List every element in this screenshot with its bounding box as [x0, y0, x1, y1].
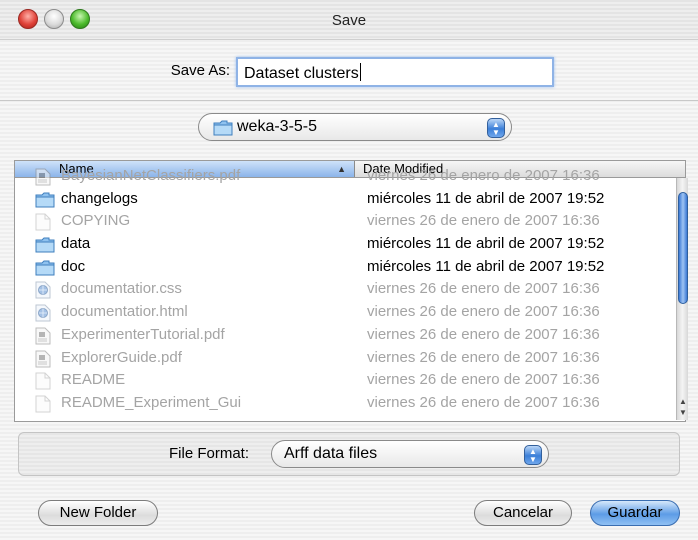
title-bar[interactable]: Save: [0, 0, 698, 40]
file-date-modified: viernes 26 de enero de 2007 16:36: [367, 280, 600, 298]
save-dialog: Save Save As: Dataset clusters weka-3-5-…: [0, 0, 698, 540]
file-browser[interactable]: Name ▲ Date Modified BayesianNetClassifi…: [14, 160, 686, 422]
location-popup[interactable]: weka-3-5-5 ▲ ▼: [198, 113, 512, 141]
pdf-document-icon: [35, 350, 51, 372]
file-row[interactable]: README viernes 26 de enero de 2007 16:36: [15, 369, 685, 394]
scroll-thumb[interactable]: [678, 192, 688, 304]
file-name: README_Experiment_Gui: [61, 393, 242, 411]
file-name: ExperimenterTutorial.pdf: [61, 325, 225, 343]
file-name: doc: [61, 257, 86, 275]
file-date-modified: viernes 26 de enero de 2007 16:36: [367, 393, 600, 411]
file-list: BayesianNetClassifiers.pdf viernes 26 de …: [15, 167, 685, 417]
file-date-modified: viernes 26 de enero de 2007 16:36: [367, 371, 600, 389]
file-format-panel: File Format: Arff data files ▲ ▼: [18, 432, 680, 476]
folder-icon: [35, 236, 55, 258]
pdf-document-icon: [35, 327, 51, 349]
file-row[interactable]: README_Experiment_Gui viernes 26 de enero…: [15, 392, 685, 417]
web-document-icon: [35, 281, 51, 303]
document-icon: [35, 213, 51, 235]
file-name: README: [61, 371, 126, 389]
file-date-modified: miércoles 11 de abril de 2007 19:52: [367, 257, 605, 275]
document-icon: [35, 395, 51, 417]
file-list-scrollbar[interactable]: ▲ ▼: [676, 178, 688, 420]
window-title: Save: [331, 12, 367, 29]
file-date-modified: viernes 26 de enero de 2007 16:36: [367, 303, 600, 321]
popup-stepper-icon: ▲ ▼: [487, 118, 505, 138]
save-as-value: Dataset clusters: [244, 65, 359, 82]
location-value: weka-3-5-5: [237, 118, 318, 135]
popup-stepper-icon: ▲ ▼: [524, 445, 542, 465]
new-folder-button[interactable]: New Folder: [38, 500, 158, 526]
file-row[interactable]: doc miércoles 11 de abril de 2007 19:52: [15, 256, 685, 281]
file-date-modified: viernes 26 de enero de 2007 16:36: [367, 212, 600, 230]
cancel-button[interactable]: Cancelar: [474, 500, 572, 526]
document-icon: [35, 372, 51, 394]
file-row[interactable]: documentatior.css viernes 26 de enero de …: [15, 278, 685, 303]
file-format-popup[interactable]: Arff data files ▲ ▼: [271, 440, 549, 468]
file-format-label: File Format:: [169, 445, 250, 462]
file-row[interactable]: ExplorerGuide.pdf viernes 26 de enero de …: [15, 347, 685, 372]
file-row[interactable]: BayesianNetClassifiers.pdf viernes 26 de …: [15, 165, 685, 190]
file-name: ExplorerGuide.pdf: [61, 348, 182, 366]
file-name: BayesianNetClassifiers.pdf: [61, 167, 241, 184]
folder-icon: [35, 191, 55, 213]
file-row[interactable]: documentatior.html viernes 26 de enero de…: [15, 301, 685, 326]
file-date-modified: viernes 26 de enero de 2007 16:36: [367, 325, 600, 343]
pdf-document-icon: [35, 168, 51, 190]
folder-icon: [35, 259, 55, 281]
save-button[interactable]: Guardar: [590, 500, 680, 526]
file-date-modified: miércoles 11 de abril de 2007 19:52: [367, 235, 605, 253]
text-caret: [359, 63, 361, 81]
file-name: changelogs: [61, 189, 138, 207]
file-date-modified: viernes 26 de enero de 2007 16:36: [367, 348, 600, 366]
file-row[interactable]: COPYING viernes 26 de enero de 2007 16:36: [15, 210, 685, 235]
file-name: COPYING: [61, 212, 131, 230]
divider: [0, 100, 698, 101]
file-row[interactable]: ExperimenterTutorial.pdf viernes 26 de en…: [15, 324, 685, 349]
file-date-modified: viernes 26 de enero de 2007 16:36: [367, 167, 600, 184]
web-document-icon: [35, 304, 51, 326]
file-name: documentatior.css: [61, 280, 182, 298]
file-date-modified: miércoles 11 de abril de 2007 19:52: [367, 189, 605, 207]
save-as-field[interactable]: Dataset clusters: [236, 57, 554, 87]
folder-icon: [213, 119, 233, 142]
file-format-value: Arff data files: [284, 445, 378, 462]
scroll-down-arrow-icon[interactable]: ▼: [677, 407, 689, 419]
file-row[interactable]: data miércoles 11 de abril de 2007 19:52: [15, 233, 685, 258]
file-row[interactable]: changelogs miércoles 11 de abril de 2007 …: [15, 188, 685, 213]
save-as-label: Save As:: [170, 62, 230, 79]
file-name: documentatior.html: [61, 303, 188, 321]
file-name: data: [61, 235, 91, 253]
